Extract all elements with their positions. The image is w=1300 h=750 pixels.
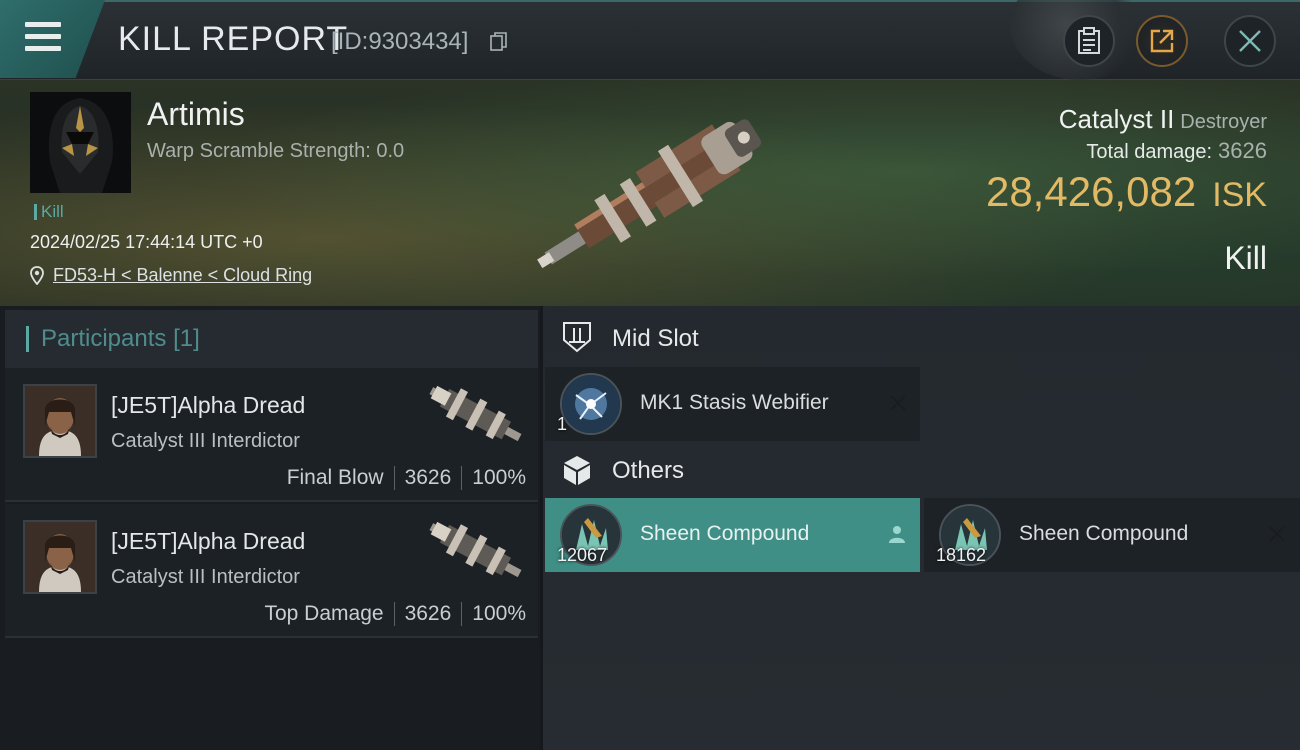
warp-scramble-strength: Warp Scramble Strength: 0.0 — [147, 140, 405, 162]
x-icon[interactable] — [1267, 524, 1287, 544]
participants-label: Participants — [41, 325, 167, 352]
close-button[interactable] — [1224, 15, 1276, 67]
divider — [461, 466, 463, 490]
participant-damage: 3626 — [404, 466, 452, 489]
victim-name: Artimis — [147, 96, 245, 132]
participant-stats: Top Damage 3626 100% — [264, 602, 526, 626]
page-title: KILL REPORT — [118, 20, 349, 58]
fitting-panel: Mid Slot 1 MK1 Stasis Webifier Others 12… — [543, 306, 1300, 750]
export-icon — [1150, 29, 1174, 53]
participants-header: Participants [1] — [5, 310, 538, 368]
person-icon[interactable] — [887, 524, 907, 544]
total-damage-value: 3626 — [1218, 138, 1267, 163]
cargo-quantity: 12067 — [557, 545, 608, 565]
kill-tag: Kill — [34, 203, 64, 220]
ship-name: Catalyst II Destroyer — [1059, 104, 1267, 135]
participant-card[interactable]: [JE5T]Alpha Dread Catalyst III Interdict… — [5, 504, 538, 638]
participant-ship-image — [429, 521, 522, 578]
participant-stats: Final Blow 3626 100% — [287, 466, 526, 490]
participant-percent: 100% — [472, 466, 526, 489]
total-damage-label: Total damage: — [1086, 141, 1213, 163]
divider — [393, 602, 395, 626]
ship-type: Catalyst II — [1058, 104, 1175, 134]
participant-card[interactable]: [JE5T]Alpha Dread Catalyst III Interdict… — [5, 368, 538, 502]
victim-avatar — [30, 92, 131, 193]
participant-name: [JE5T]Alpha Dread — [111, 528, 306, 554]
isk-amount: 28,426,082 — [985, 168, 1197, 215]
divider — [393, 466, 395, 490]
cargo-slot[interactable]: 12067 Sheen Compound — [545, 498, 920, 572]
module-slot[interactable]: 1 MK1 Stasis Webifier — [545, 367, 920, 441]
participant-avatar — [23, 520, 97, 594]
participants-panel: Participants [1] [JE5T]Alpha Dread Catal… — [0, 306, 540, 750]
cube-icon — [564, 456, 590, 485]
participant-ship-image — [429, 385, 522, 442]
participant-damage: 3626 — [404, 602, 452, 625]
isk-unit: ISK — [1212, 176, 1267, 214]
cargo-name: Sheen Compound — [1019, 522, 1189, 545]
module-quantity: 1 — [557, 414, 568, 434]
top-bar: KILL REPORT [ID:9303434] — [0, 0, 1300, 80]
module-name: MK1 Stasis Webifier — [640, 391, 829, 414]
participant-role: Top Damage — [264, 602, 384, 625]
participant-role: Final Blow — [286, 466, 384, 489]
participant-name: [JE5T]Alpha Dread — [111, 392, 306, 418]
clipboard-button[interactable] — [1063, 15, 1115, 67]
participants-title: Participants [1] — [26, 326, 200, 352]
divider — [461, 602, 463, 626]
share-button[interactable] — [1136, 15, 1188, 67]
total-damage: Total damage: 3626 — [1086, 138, 1267, 164]
participant-ship: Catalyst III Interdictor — [111, 430, 300, 452]
others-title: Others — [612, 457, 685, 484]
clipboard-icon — [1078, 27, 1100, 54]
kill-banner: Artimis Warp Scramble Strength: 0.0 Kill… — [0, 80, 1300, 306]
location-pin-icon — [30, 266, 44, 285]
x-icon[interactable] — [888, 393, 908, 413]
close-icon — [1239, 30, 1261, 52]
menu-icon[interactable] — [25, 22, 61, 52]
cargo-quantity: 18162 — [936, 545, 987, 565]
participant-avatar — [23, 384, 97, 458]
participant-percent: 100% — [472, 602, 526, 625]
kill-timestamp: 2024/02/25 17:44:14 UTC +0 — [30, 232, 263, 252]
participants-count: [1] — [173, 325, 200, 352]
copy-icon[interactable] — [490, 32, 508, 52]
result-label: Kill — [1224, 240, 1267, 276]
cargo-slot[interactable]: 18162 Sheen Compound — [924, 498, 1300, 572]
cargo-name: Sheen Compound — [640, 522, 810, 545]
isk-value: 28,426,082 ISK — [986, 168, 1267, 216]
mid-slot-title: Mid Slot — [612, 325, 699, 352]
participant-ship: Catalyst III Interdictor — [111, 566, 300, 588]
mid-slot-icon — [563, 322, 591, 353]
victim-ship-image — [537, 119, 762, 269]
report-id: [ID:9303434] — [331, 28, 469, 55]
module-icon — [560, 373, 622, 435]
ship-class: Destroyer — [1180, 111, 1267, 133]
location-link[interactable]: FD53-H < Balenne < Cloud Ring — [53, 265, 312, 286]
